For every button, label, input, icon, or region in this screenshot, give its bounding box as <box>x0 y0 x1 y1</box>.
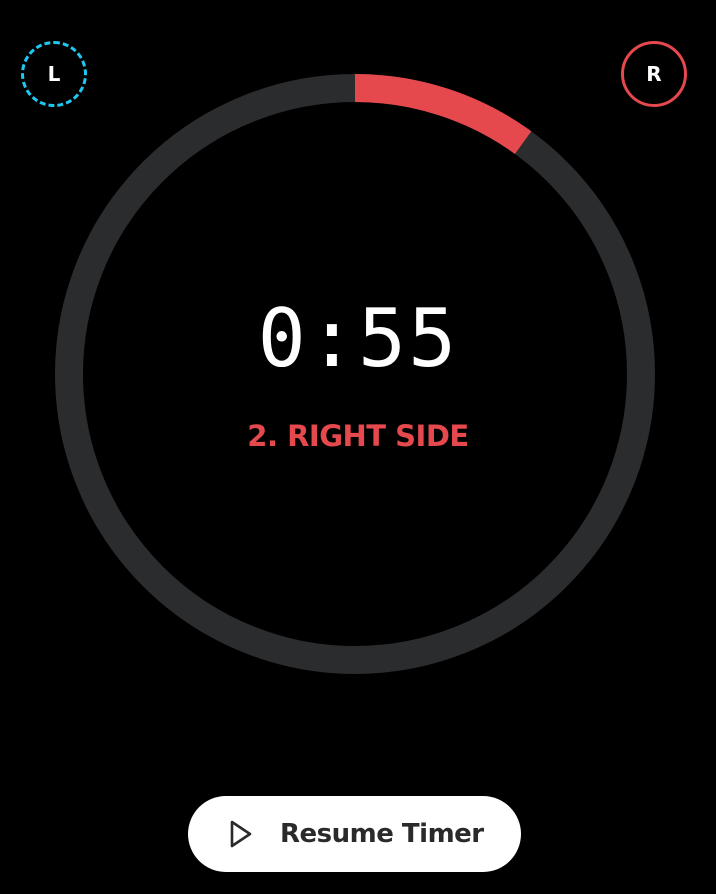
phase-label: 2. RIGHT SIDE <box>247 419 469 453</box>
play-icon <box>228 819 254 849</box>
resume-timer-label: Resume Timer <box>280 819 484 849</box>
timer-display: 0:55 <box>257 292 459 385</box>
resume-timer-button[interactable]: Resume Timer <box>188 796 521 872</box>
